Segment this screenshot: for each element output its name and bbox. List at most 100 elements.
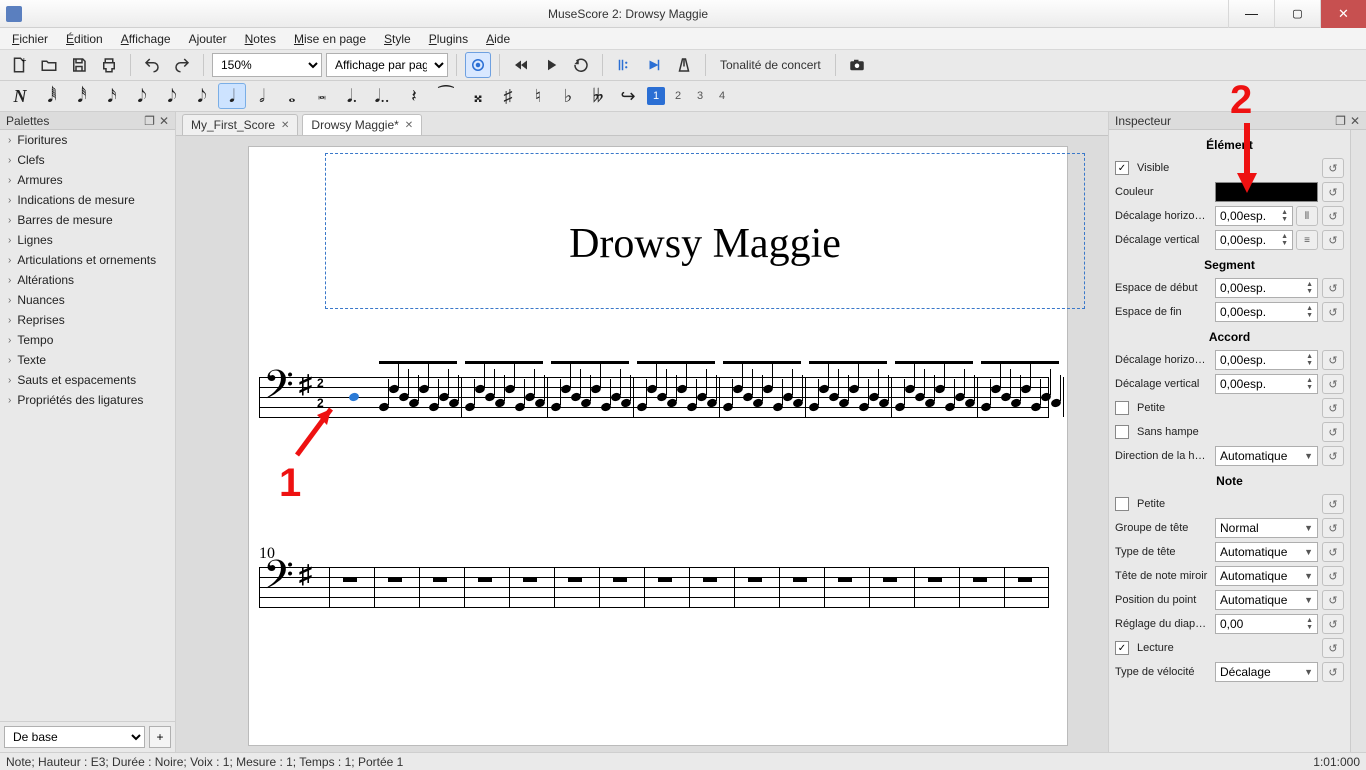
- menu-plugins[interactable]: Plugins: [421, 30, 476, 48]
- reset-button[interactable]: ↺: [1322, 302, 1344, 322]
- voice-3[interactable]: 3: [691, 87, 709, 105]
- duration-8th[interactable]: 𝅘𝅥𝅮: [128, 83, 156, 109]
- reset-button[interactable]: ↺: [1322, 614, 1344, 634]
- print-button[interactable]: [96, 52, 122, 78]
- palette-item[interactable]: ›Armures: [0, 170, 175, 190]
- trailing-space-spin[interactable]: 0,00esp.▲▼: [1215, 302, 1318, 322]
- reset-button[interactable]: ↺: [1322, 350, 1344, 370]
- duration-quarter[interactable]: 𝅘𝅥: [218, 83, 246, 109]
- voice-4[interactable]: 4: [713, 87, 731, 105]
- rewind-button[interactable]: [508, 52, 534, 78]
- stemless-checkbox[interactable]: [1115, 425, 1129, 439]
- palette-item[interactable]: ›Articulations et ornements: [0, 250, 175, 270]
- duration-8th-alt[interactable]: 𝅘𝅥𝅮: [158, 83, 186, 109]
- duration-8th-2[interactable]: 𝅘𝅥𝅮: [188, 83, 216, 109]
- score-canvas[interactable]: Drowsy Maggie 𝄢 ♯ 22: [176, 136, 1108, 752]
- inspector-scrollbar[interactable]: [1350, 130, 1366, 752]
- duration-half[interactable]: 𝅗𝅥: [248, 83, 276, 109]
- duration-16th[interactable]: 𝅘𝅥𝅯: [98, 83, 126, 109]
- reset-button[interactable]: ↺: [1322, 278, 1344, 298]
- reset-button[interactable]: ↺: [1322, 158, 1344, 178]
- natural[interactable]: ♮: [524, 83, 552, 109]
- minimize-button[interactable]: —: [1228, 0, 1274, 28]
- new-file-button[interactable]: +: [6, 52, 32, 78]
- menu-aide[interactable]: Aide: [478, 30, 518, 48]
- reset-button[interactable]: ↺: [1322, 494, 1344, 514]
- inspector-float-icon[interactable]: ❐: [1335, 114, 1346, 128]
- menu-ajouter[interactable]: Ajouter: [181, 30, 235, 48]
- palettes-float-icon[interactable]: ❐: [144, 114, 155, 128]
- palette-add-button[interactable]: +: [149, 726, 171, 748]
- note-input-mode-button[interactable]: N: [6, 83, 34, 109]
- reset-button[interactable]: ↺: [1322, 206, 1344, 226]
- tab-myfirstscore[interactable]: My_First_Score✕: [182, 114, 298, 135]
- note-small-checkbox[interactable]: [1115, 497, 1129, 511]
- duration-doubledot[interactable]: 𝅘𝅥..: [368, 83, 396, 109]
- v-offset-spin[interactable]: 0,00esp.▲▼: [1215, 230, 1293, 250]
- reset-button[interactable]: ↺: [1322, 518, 1344, 538]
- menu-miseenpage[interactable]: Mise en page: [286, 30, 374, 48]
- palette-item[interactable]: ›Texte: [0, 350, 175, 370]
- reset-button[interactable]: ↺: [1322, 590, 1344, 610]
- maximize-button[interactable]: ▢: [1274, 0, 1320, 28]
- head-group-select[interactable]: Normal▼: [1215, 518, 1318, 538]
- redo-button[interactable]: [169, 52, 195, 78]
- voice-1[interactable]: 1: [647, 87, 665, 105]
- save-button[interactable]: [66, 52, 92, 78]
- grid-v-button[interactable]: ≡: [1296, 230, 1318, 250]
- palette-workspace-select[interactable]: De base: [4, 726, 145, 748]
- metronome-button[interactable]: [671, 52, 697, 78]
- velocity-type-select[interactable]: Décalage▼: [1215, 662, 1318, 682]
- zoom-select[interactable]: 150%: [212, 53, 322, 77]
- menu-notes[interactable]: Notes: [237, 30, 284, 48]
- screenshot-button[interactable]: [844, 52, 870, 78]
- duration-64th[interactable]: 𝅘𝅥𝅱: [38, 83, 66, 109]
- duration-32nd[interactable]: 𝅘𝅥𝅰: [68, 83, 96, 109]
- h-offset-spin[interactable]: 0,00esp.▲▼: [1215, 206, 1293, 226]
- duration-breve[interactable]: 𝅜: [308, 83, 336, 109]
- double-flat[interactable]: 𝄫: [584, 83, 612, 109]
- palette-item[interactable]: ›Lignes: [0, 230, 175, 250]
- reset-button[interactable]: ↺: [1322, 638, 1344, 658]
- chord-h-offset-spin[interactable]: 0,00esp.▲▼: [1215, 350, 1318, 370]
- title-frame[interactable]: Drowsy Maggie: [325, 153, 1085, 309]
- small-checkbox[interactable]: [1115, 401, 1129, 415]
- visible-checkbox[interactable]: ✓: [1115, 161, 1129, 175]
- menu-fichier[interactable]: Fichier: [4, 30, 56, 48]
- palette-item[interactable]: ›Tempo: [0, 330, 175, 350]
- grid-h-button[interactable]: ⦀: [1296, 206, 1318, 226]
- menu-style[interactable]: Style: [376, 30, 419, 48]
- mirror-head-select[interactable]: Automatique▼: [1215, 566, 1318, 586]
- double-sharp[interactable]: 𝄪: [464, 83, 492, 109]
- voice-2[interactable]: 2: [669, 87, 687, 105]
- concert-pitch-label[interactable]: Tonalité de concert: [714, 58, 827, 72]
- tie-button[interactable]: ⁀: [432, 83, 460, 109]
- inspector-close-icon[interactable]: ✕: [1350, 114, 1360, 128]
- reset-button[interactable]: ↺: [1322, 446, 1344, 466]
- palette-item[interactable]: ›Reprises: [0, 310, 175, 330]
- palette-item[interactable]: ›Clefs: [0, 150, 175, 170]
- menu-edition[interactable]: Édition: [58, 30, 111, 48]
- score-title[interactable]: Drowsy Maggie: [326, 220, 1084, 268]
- duration-dot[interactable]: 𝅘𝅥.: [338, 83, 366, 109]
- reset-button[interactable]: ↺: [1322, 422, 1344, 442]
- chord-v-offset-spin[interactable]: 0,00esp.▲▼: [1215, 374, 1318, 394]
- stem-direction-select[interactable]: Automatique▼: [1215, 446, 1318, 466]
- rest-button[interactable]: 𝄽: [400, 83, 428, 109]
- flat[interactable]: ♭: [554, 83, 582, 109]
- open-file-button[interactable]: [36, 52, 62, 78]
- image-capture-button[interactable]: [465, 52, 491, 78]
- reset-button[interactable]: ↺: [1322, 662, 1344, 682]
- palette-item[interactable]: ›Altérations: [0, 270, 175, 290]
- palette-item[interactable]: ›Propriétés des ligatures: [0, 390, 175, 410]
- close-button[interactable]: ✕: [1320, 0, 1366, 28]
- duration-whole[interactable]: 𝅝: [278, 83, 306, 109]
- color-picker[interactable]: [1215, 182, 1318, 202]
- palettes-close-icon[interactable]: ✕: [159, 114, 169, 128]
- play-button[interactable]: [538, 52, 564, 78]
- reset-button[interactable]: ↺: [1322, 182, 1344, 202]
- repeat-button[interactable]: [611, 52, 637, 78]
- reset-button[interactable]: ↺: [1322, 374, 1344, 394]
- tab-close-icon[interactable]: ✕: [281, 120, 289, 131]
- reset-button[interactable]: ↺: [1322, 566, 1344, 586]
